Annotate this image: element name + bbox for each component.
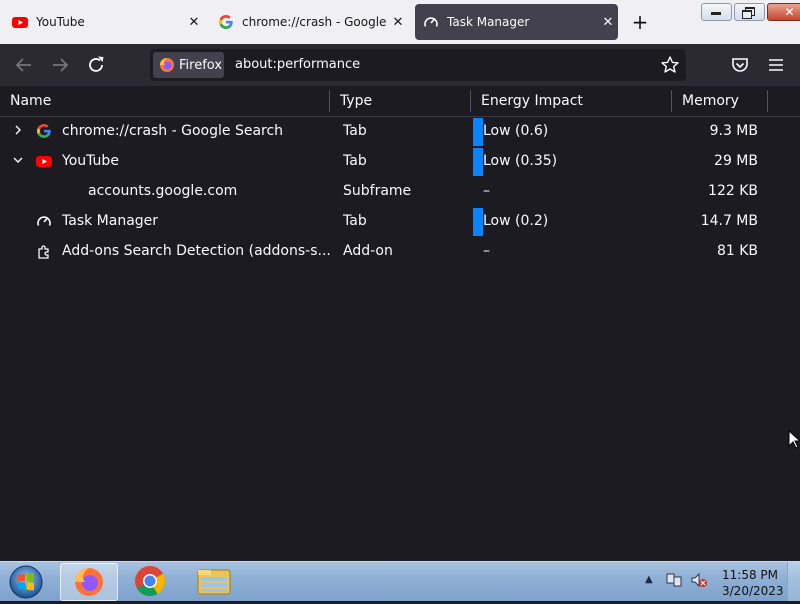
forward-arrow-icon [53, 58, 69, 72]
menu-button[interactable] [764, 53, 788, 77]
back-button[interactable] [12, 53, 36, 77]
youtube-icon [36, 153, 52, 169]
column-separator[interactable] [329, 90, 330, 112]
url-bar[interactable]: Firefox about:performance [150, 49, 686, 81]
google-icon [36, 123, 52, 139]
tab-youtube[interactable]: YouTube ✕ [8, 4, 204, 40]
table-row[interactable]: accounts.google.com Subframe – 122 KB [0, 176, 800, 206]
youtube-icon [12, 14, 28, 30]
table-row[interactable]: Add-ons Search Detection (addons-s... Ad… [0, 236, 800, 266]
show-desktop-button[interactable] [787, 562, 800, 601]
column-separator[interactable] [470, 90, 471, 112]
close-window-button[interactable]: ✕ [767, 3, 800, 21]
row-type: Subframe [343, 183, 412, 199]
row-name: accounts.google.com [88, 183, 238, 199]
column-separator[interactable] [671, 90, 672, 112]
pocket-icon [732, 58, 748, 72]
system-clock[interactable]: 11:58 PM 3/20/2023 [722, 567, 784, 599]
tab-title: chrome://crash - Google Search [242, 15, 388, 29]
window-controls: ✕ [701, 3, 800, 21]
windows-taskbar: ▲ 11:58 PM 3/20/2023 [0, 561, 800, 601]
chevron-down-icon[interactable] [12, 154, 24, 166]
gauge-icon [36, 213, 52, 229]
puzzle-icon [36, 243, 52, 259]
windows-start-icon [9, 565, 43, 599]
reload-icon [89, 56, 104, 72]
column-header-name[interactable]: Name [10, 93, 51, 109]
row-energy: Low (0.2) [483, 213, 549, 229]
tab-title: Task Manager [447, 15, 530, 29]
row-name: Task Manager [62, 213, 159, 229]
row-type: Tab [343, 213, 367, 229]
navigation-toolbar: Firefox about:performance [0, 44, 800, 86]
restore-button[interactable] [734, 3, 765, 21]
gauge-icon [423, 14, 439, 30]
tab-title: YouTube [36, 15, 85, 29]
row-energy: – [483, 183, 490, 199]
row-energy: – [483, 243, 490, 259]
forward-button[interactable] [48, 53, 72, 77]
tab-google-search[interactable]: chrome://crash - Google Search ✕ [214, 4, 408, 40]
identity-label: Firefox [179, 57, 223, 73]
back-arrow-icon [15, 58, 31, 72]
url-text[interactable]: about:performance [235, 57, 360, 72]
row-memory: 29 MB [714, 153, 758, 169]
row-name: YouTube [62, 153, 119, 169]
hamburger-menu-icon [769, 59, 783, 71]
network-icon[interactable] [665, 571, 683, 589]
minimize-button[interactable] [701, 3, 732, 21]
row-memory: 14.7 MB [700, 213, 758, 229]
chrome-icon [135, 566, 166, 597]
table-row[interactable]: chrome://crash - Google Search Tab Low (… [0, 116, 800, 146]
firefox-icon [75, 568, 103, 596]
bookmark-star-icon[interactable] [660, 55, 680, 75]
column-separator[interactable] [767, 90, 768, 112]
column-header-type[interactable]: Type [340, 93, 372, 109]
taskbar-file-explorer[interactable] [185, 563, 241, 599]
tab-task-manager[interactable]: Task Manager ✕ [415, 4, 618, 40]
close-tab-icon[interactable]: ✕ [388, 15, 408, 30]
firefox-icon [159, 57, 175, 73]
row-name: Add-ons Search Detection (addons-s... [62, 243, 331, 259]
start-button[interactable] [7, 564, 45, 600]
taskbar-firefox[interactable] [60, 563, 118, 601]
row-memory: 9.3 MB [709, 123, 758, 139]
row-memory: 81 KB [716, 243, 758, 259]
reload-button[interactable] [84, 53, 108, 77]
row-energy: Low (0.6) [483, 123, 549, 139]
taskbar-chrome[interactable] [122, 563, 178, 599]
clock-date: 3/20/2023 [722, 584, 784, 598]
close-tab-icon[interactable]: ✕ [184, 15, 204, 30]
speaker-muted-icon[interactable] [690, 571, 708, 589]
table-row[interactable]: Task Manager Tab Low (0.2) 14.7 MB [0, 206, 800, 236]
column-header-memory[interactable]: Memory [682, 93, 739, 109]
row-memory: 122 KB [708, 183, 758, 199]
column-header-energy[interactable]: Energy Impact [481, 93, 583, 109]
new-tab-button[interactable]: + [628, 10, 652, 34]
clock-time: 11:58 PM [722, 568, 778, 582]
table-header: Name Type Energy Impact Memory [0, 86, 800, 117]
row-type: Tab [343, 123, 367, 139]
energy-impact-bar [473, 118, 483, 146]
google-icon [218, 14, 234, 30]
energy-impact-bar [473, 208, 483, 236]
file-explorer-icon [197, 569, 231, 595]
row-name: chrome://crash - Google Search [62, 123, 284, 139]
mouse-cursor-icon [788, 429, 800, 450]
show-hidden-icons-icon[interactable]: ▲ [645, 574, 653, 585]
row-energy: Low (0.35) [483, 153, 558, 169]
energy-impact-bar [473, 148, 483, 176]
table-row[interactable]: YouTube Tab Low (0.35) 29 MB [0, 146, 800, 176]
identity-box[interactable]: Firefox [153, 52, 224, 78]
pocket-button[interactable] [728, 53, 752, 77]
close-tab-icon[interactable]: ✕ [598, 15, 618, 30]
row-type: Tab [343, 153, 367, 169]
row-type: Add-on [343, 243, 393, 259]
tab-strip: YouTube ✕ chrome://crash - Google Search… [0, 0, 800, 44]
chevron-right-icon[interactable] [12, 124, 24, 136]
